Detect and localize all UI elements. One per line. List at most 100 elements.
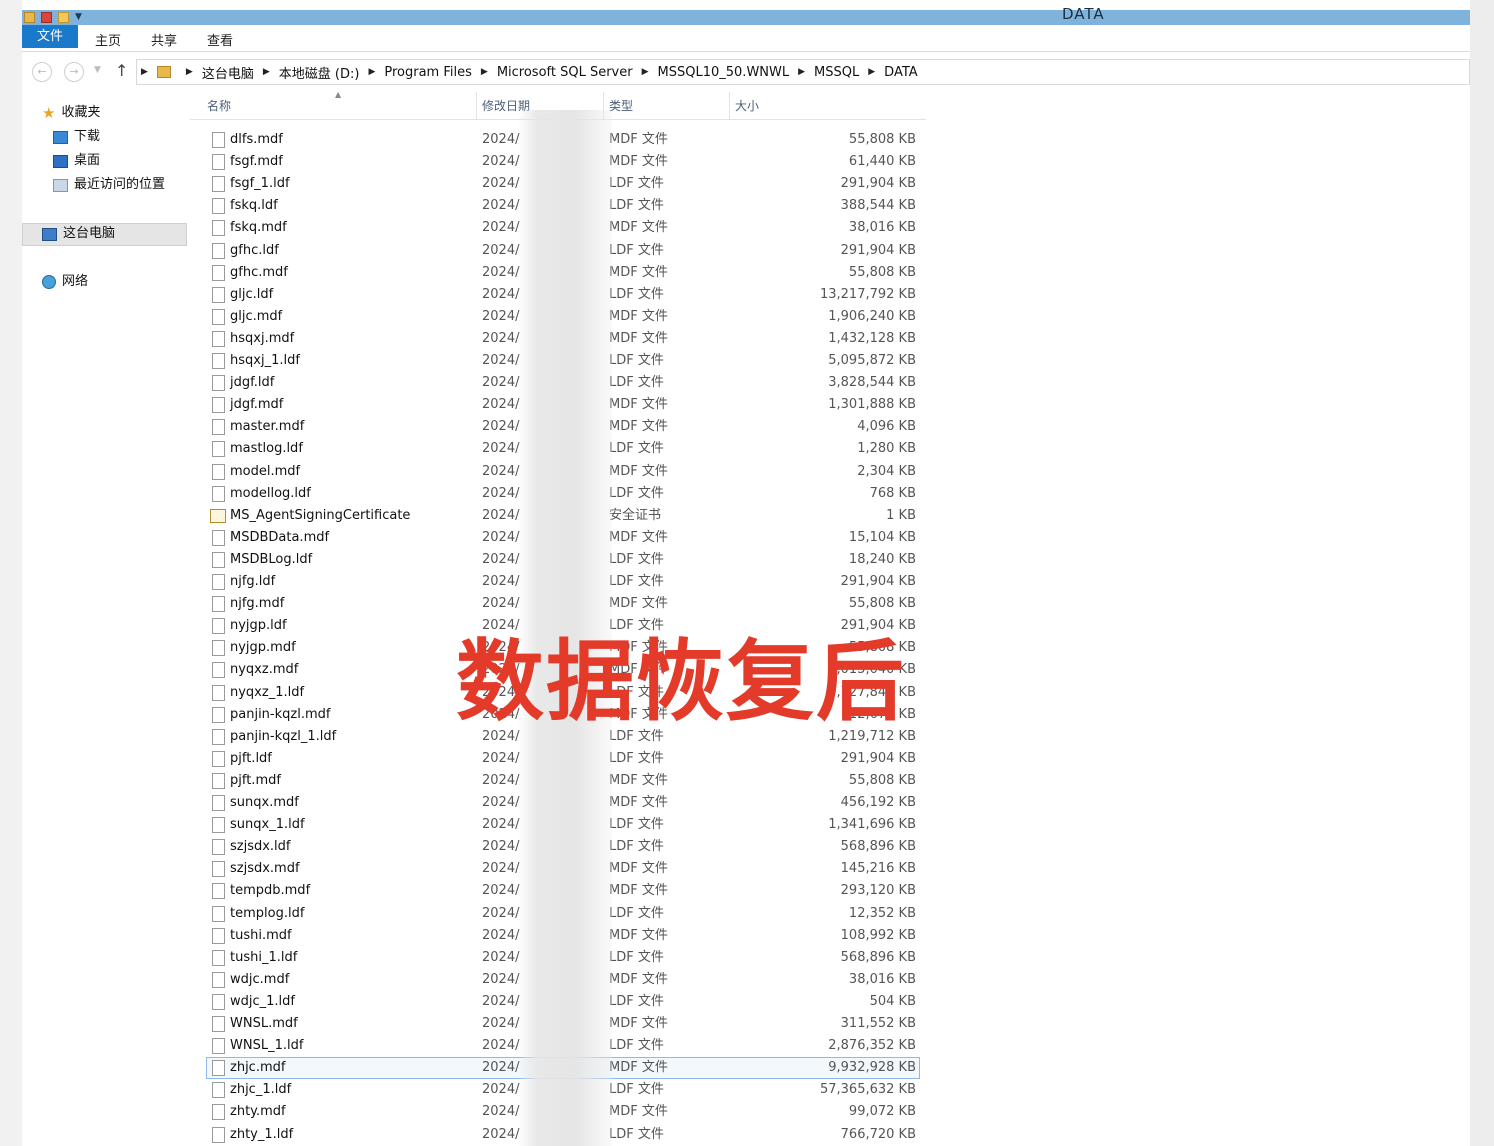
file-date: 2024/: [482, 441, 520, 457]
file-type: MDF 文件: [609, 596, 668, 612]
folder-icon[interactable]: [24, 12, 35, 23]
nav-item-network[interactable]: 网络: [42, 271, 88, 293]
file-size: 291,904 KB: [840, 750, 916, 766]
file-size: 99,072 KB: [848, 1104, 916, 1120]
tab-home[interactable]: 主页: [95, 30, 121, 49]
file-type: LDF 文件: [609, 485, 664, 501]
file-icon: [212, 330, 225, 347]
chevron-right-icon[interactable]: ▶: [186, 67, 193, 77]
file-name: jdgf.mdf: [230, 397, 284, 413]
file-size: 2,304 KB: [857, 463, 916, 479]
file-name: pjft.ldf: [230, 750, 272, 766]
file-size: 5,095,872 KB: [828, 353, 916, 368]
file-type: MDF 文件: [609, 132, 668, 147]
file-date: 2024/: [482, 507, 520, 523]
file-name: nyqxz_1.ldf: [230, 684, 305, 700]
file-size: 1,301,888 KB: [828, 397, 916, 413]
file-size: 1,906,240 KB: [828, 308, 916, 324]
address-input[interactable]: ▶ ▶ 这台电脑 ▶ 本地磁盘 (D:) ▶ Program Files ▶ M…: [136, 59, 1470, 85]
breadcrumb-sql-server[interactable]: Microsoft SQL Server: [497, 65, 633, 80]
breadcrumb-mssql[interactable]: MSSQL: [814, 65, 859, 80]
file-name: fskq.mdf: [230, 220, 287, 236]
properties-icon[interactable]: [41, 12, 52, 23]
file-list-pane: 名称 ▲ 修改日期 类型 大小 dlfs.mdf 2024/MDF 文件 55,80…: [190, 90, 1470, 1146]
file-date: 2024/: [482, 220, 520, 236]
file-type: LDF 文件: [609, 286, 664, 302]
file-name: gfhc.ldf: [230, 242, 279, 258]
recent-locations-icon[interactable]: ▼: [94, 65, 101, 75]
breadcrumb-this-pc[interactable]: 这台电脑: [202, 63, 254, 82]
file-size: 291,904 KB: [840, 574, 916, 589]
nav-item-recent[interactable]: 最近访问的位置: [53, 174, 165, 196]
file-name: fskq.ldf: [230, 198, 278, 214]
file-icon: [212, 286, 225, 303]
file-date: 2024/: [482, 132, 520, 147]
up-arrow-icon[interactable]: ↑: [115, 61, 128, 80]
nav-favorites[interactable]: ★ 收藏夹: [42, 102, 100, 124]
chevron-right-icon[interactable]: ▶: [642, 67, 649, 77]
file-date: 2024/: [482, 1060, 520, 1076]
tab-file[interactable]: 文件: [22, 25, 78, 48]
forward-icon[interactable]: →: [64, 62, 84, 82]
file-date: 2024/: [482, 596, 520, 612]
new-folder-icon[interactable]: [58, 12, 69, 23]
breadcrumb-data[interactable]: DATA: [884, 65, 918, 80]
customize-dropdown-icon[interactable]: ▼: [75, 10, 82, 25]
ribbon-tabs: 文件 主页 共享 查看: [22, 25, 1470, 52]
chevron-right-icon[interactable]: ▶: [481, 67, 488, 77]
chevron-right-icon[interactable]: ▶: [868, 67, 875, 77]
file-size: 55,808 KB: [848, 132, 916, 147]
file-type: LDF 文件: [609, 242, 664, 258]
breadcrumb-local-disk[interactable]: 本地磁盘 (D:): [279, 63, 360, 82]
file-name: zhjc_1.ldf: [230, 1082, 292, 1098]
downloads-icon: [53, 130, 68, 144]
file-date: 2024/: [482, 1016, 520, 1031]
nav-item-this-pc[interactable]: 这台电脑: [42, 223, 115, 245]
file-size: 55,808 KB: [848, 264, 916, 280]
file-name: njfg.mdf: [230, 596, 285, 612]
file-icon: [212, 993, 225, 1010]
file-type: MDF 文件: [609, 1060, 668, 1076]
file-type: LDF 文件: [609, 574, 664, 589]
chevron-right-icon[interactable]: ▶: [141, 67, 148, 77]
file-type: MDF 文件: [609, 883, 668, 899]
file-name: nyqxz.mdf: [230, 662, 299, 678]
file-name: nyjgp.ldf: [230, 618, 287, 634]
address-bar-row: ← → ▼ ↑ ▶ ▶ 这台电脑 ▶ 本地磁盘 (D:) ▶ Program F…: [22, 53, 1470, 89]
file-date: 2024/: [482, 286, 520, 302]
file-name: mastlog.ldf: [230, 441, 303, 457]
file-type: LDF 文件: [609, 551, 664, 567]
file-type: MDF 文件: [609, 529, 668, 545]
file-icon: [212, 662, 225, 679]
file-type: LDF 文件: [609, 993, 664, 1009]
column-size[interactable]: 大小: [718, 92, 926, 120]
tab-view[interactable]: 查看: [207, 30, 233, 49]
file-icon: [212, 308, 225, 325]
file-icon: [212, 905, 225, 922]
star-icon: ★: [42, 103, 56, 122]
nav-item-desktop[interactable]: 桌面: [53, 150, 100, 172]
file-name: MS_AgentSigningCertificate: [230, 507, 411, 523]
tab-share[interactable]: 共享: [151, 30, 177, 49]
nav-label: 收藏夹: [61, 105, 101, 120]
chevron-right-icon[interactable]: ▶: [263, 67, 270, 77]
file-name: gljc.ldf: [230, 286, 274, 302]
file-size: 766,720 KB: [840, 1126, 916, 1142]
file-size: 293,120 KB: [840, 883, 916, 899]
file-name: szjsdx.mdf: [230, 861, 300, 877]
file-icon: [212, 750, 225, 767]
chevron-right-icon[interactable]: ▶: [368, 67, 375, 77]
file-icon: [212, 596, 225, 613]
chevron-right-icon[interactable]: ▶: [798, 67, 805, 77]
file-icon: [212, 132, 225, 148]
file-name: MSDBData.mdf: [230, 529, 330, 545]
column-name[interactable]: 名称: [190, 92, 476, 120]
breadcrumb-instance[interactable]: MSSQL10_50.WNWL: [658, 65, 790, 80]
file-size: 311,552 KB: [840, 1016, 916, 1031]
nav-label: 最近访问的位置: [74, 177, 166, 192]
back-icon[interactable]: ←: [32, 62, 52, 82]
nav-item-downloads[interactable]: 下载: [53, 126, 100, 148]
breadcrumb-program-files[interactable]: Program Files: [384, 65, 472, 80]
file-type: MDF 文件: [609, 772, 668, 788]
file-icon: [212, 684, 225, 701]
